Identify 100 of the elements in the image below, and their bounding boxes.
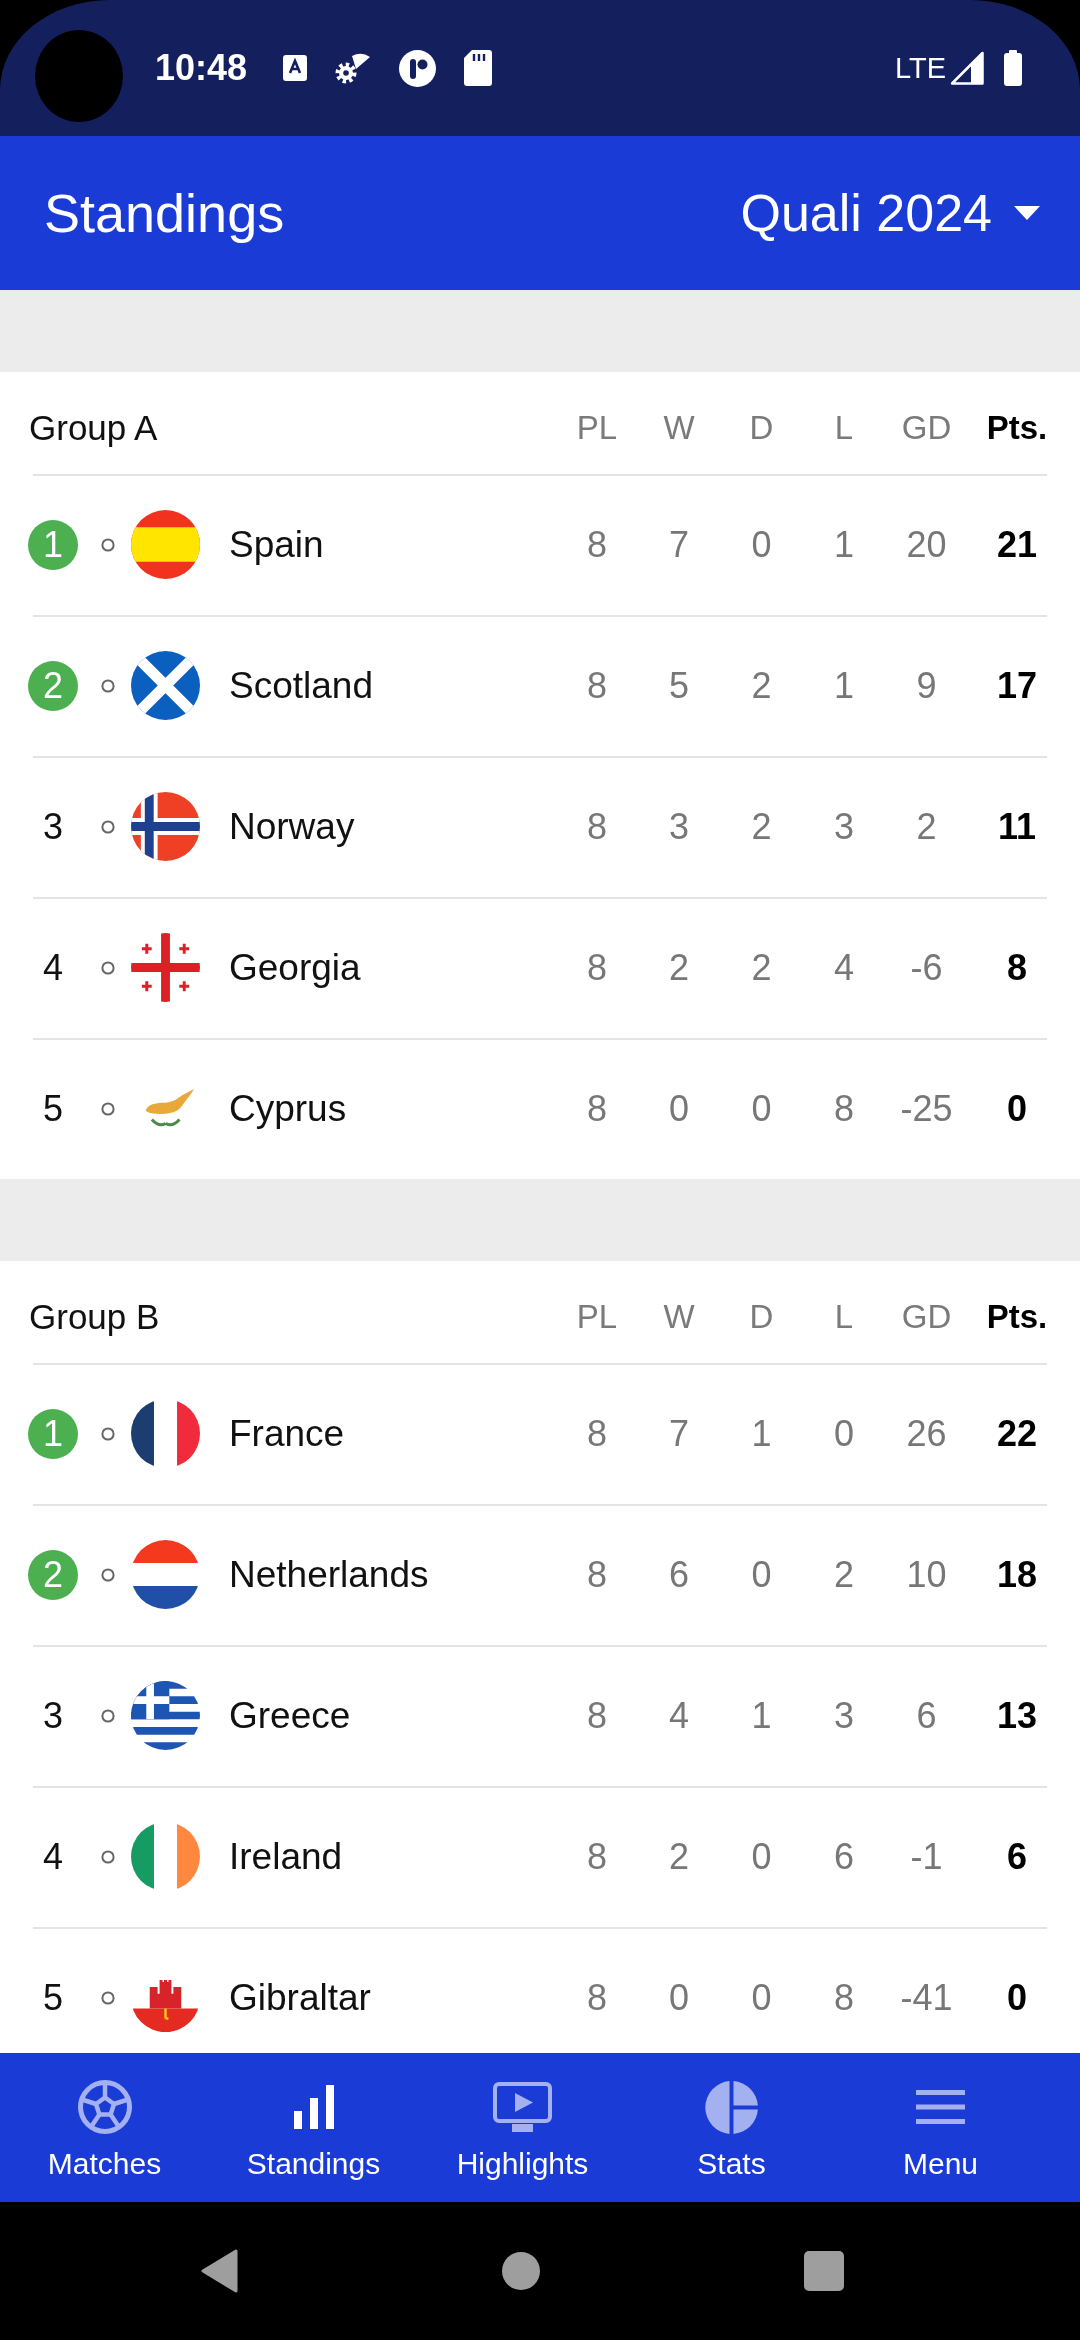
stat-cell-text: 0 <box>750 1835 773 1878</box>
stat-cell-text: -1 <box>909 1835 944 1878</box>
stat-cell-text: 5 <box>668 664 690 707</box>
ring-icon <box>101 1849 115 1864</box>
stat-cell-text: 3 <box>833 805 855 848</box>
stat-cell-text: 9 <box>915 664 938 707</box>
stat-cell-text: 4 <box>668 1694 690 1737</box>
network-type: LTE <box>894 51 946 85</box>
stat-cell-text: 7 <box>668 1412 690 1455</box>
team-name: Gibraltar <box>229 1976 371 2019</box>
points-cell-text: 8 <box>1006 946 1028 989</box>
stat-cell-text: 3 <box>668 805 690 848</box>
stat-cell-text: 8 <box>586 805 608 848</box>
status-time: 10:48 <box>155 47 248 89</box>
team-name: Scotland <box>229 664 373 707</box>
points-cell-text: 21 <box>995 523 1038 566</box>
group-title: Group B <box>28 1297 160 1337</box>
nav-tab[interactable]: Menu <box>836 2053 1045 2181</box>
stat-cell-text: -25 <box>899 1087 954 1130</box>
points-cell-text: 6 <box>1006 1835 1028 1878</box>
team-name: Cyprus <box>229 1087 347 1130</box>
stat-cell-text: 8 <box>586 946 608 989</box>
stat-cell-text: 8 <box>586 1087 608 1130</box>
stat-cell-text: 8 <box>586 1412 608 1455</box>
stat-cell-text: 2 <box>750 946 773 989</box>
gear-icon <box>335 52 372 84</box>
stat-cell-text: 1 <box>750 1694 773 1737</box>
team-name: Norway <box>229 805 355 848</box>
nav-tab[interactable]: Highlights <box>418 2053 627 2181</box>
stat-cell-text: 8 <box>833 1976 855 2019</box>
bar-chart-icon <box>293 2085 334 2129</box>
flag-icon <box>131 1399 200 1468</box>
rank-number: 3 <box>43 1697 63 1734</box>
tv-play-icon <box>493 2082 552 2132</box>
flag-icon <box>131 792 200 861</box>
stat-cell-text: 0 <box>750 1976 773 2019</box>
ring-icon <box>101 537 115 552</box>
flag-icon <box>131 651 200 720</box>
stat-cell-text: 6 <box>915 1694 938 1737</box>
team-name: Netherlands <box>229 1553 429 1596</box>
screen-title: Standings <box>44 182 285 244</box>
stat-cell-text: 2 <box>668 1835 690 1878</box>
group-title: Group A <box>28 408 158 448</box>
points-cell-text: 22 <box>995 1412 1038 1455</box>
stat-cell-text: 8 <box>586 1694 608 1737</box>
ring-icon <box>101 678 115 693</box>
stat-cell-text: 8 <box>586 1976 608 2019</box>
rank-badge: 2 <box>28 660 78 711</box>
ring-icon <box>101 1567 115 1582</box>
back-icon[interactable] <box>200 2249 238 2293</box>
battery-icon <box>1004 50 1022 86</box>
signal-icon <box>950 51 984 85</box>
stat-cell-text: 1 <box>833 664 855 707</box>
stat-cell-text: -41 <box>899 1976 954 2019</box>
ring-icon <box>101 960 115 975</box>
stat-cell-text: 1 <box>750 1412 773 1455</box>
stat-cell-text: 8 <box>586 1553 608 1596</box>
stat-cell-text: 0 <box>750 1087 773 1130</box>
home-icon[interactable] <box>502 2252 540 2290</box>
stat-cell-text: -6 <box>909 946 944 989</box>
stat-cell-text: 2 <box>833 1553 855 1596</box>
stat-cell-text: 8 <box>586 523 608 566</box>
nav-tab[interactable]: Standings <box>209 2053 418 2181</box>
stat-cell-text: 2 <box>668 946 690 989</box>
stat-cell-text: 2 <box>750 664 773 707</box>
flag-icon <box>131 1978 200 2032</box>
rank-number: 3 <box>43 808 63 845</box>
nav-tab[interactable]: Matches <box>0 2053 209 2181</box>
round-logo-icon <box>399 49 437 87</box>
team-name: Spain <box>229 523 324 566</box>
nav-tab[interactable]: Stats <box>627 2053 836 2181</box>
stat-cell-text: 7 <box>668 523 690 566</box>
rank-badge: 1 <box>28 519 78 570</box>
flag-icon <box>131 1540 200 1609</box>
stat-cell-text: 0 <box>668 1087 690 1130</box>
stat-cell-text: 8 <box>586 1835 608 1878</box>
points-cell-text: 13 <box>995 1694 1038 1737</box>
column-header: PL <box>575 409 619 447</box>
ring-icon <box>101 1990 115 2005</box>
ring-icon <box>101 819 115 834</box>
stat-cell-text: 4 <box>833 946 855 989</box>
column-header: GD <box>900 1298 953 1336</box>
stat-cell-text: 1 <box>833 523 855 566</box>
points-cell-text: 18 <box>995 1553 1038 1596</box>
season-dropdown[interactable]: Quali 2024 <box>740 183 1040 243</box>
stat-cell-text: 0 <box>750 523 773 566</box>
rank-number: 4 <box>43 949 63 986</box>
ring-icon <box>101 1101 115 1116</box>
team-name: Greece <box>229 1694 351 1737</box>
stat-cell-text: 2 <box>750 805 773 848</box>
flag-icon <box>131 1822 200 1891</box>
stat-cell-text: 6 <box>833 1835 855 1878</box>
stat-cell-text: 20 <box>905 523 948 566</box>
column-header: W <box>662 409 696 447</box>
soccer-ball-icon <box>77 2080 132 2134</box>
column-header: Pts. <box>985 409 1049 447</box>
flag-icon <box>131 933 200 1002</box>
column-header: L <box>833 409 855 447</box>
column-header: GD <box>900 409 953 447</box>
caret-icon <box>1014 206 1040 220</box>
